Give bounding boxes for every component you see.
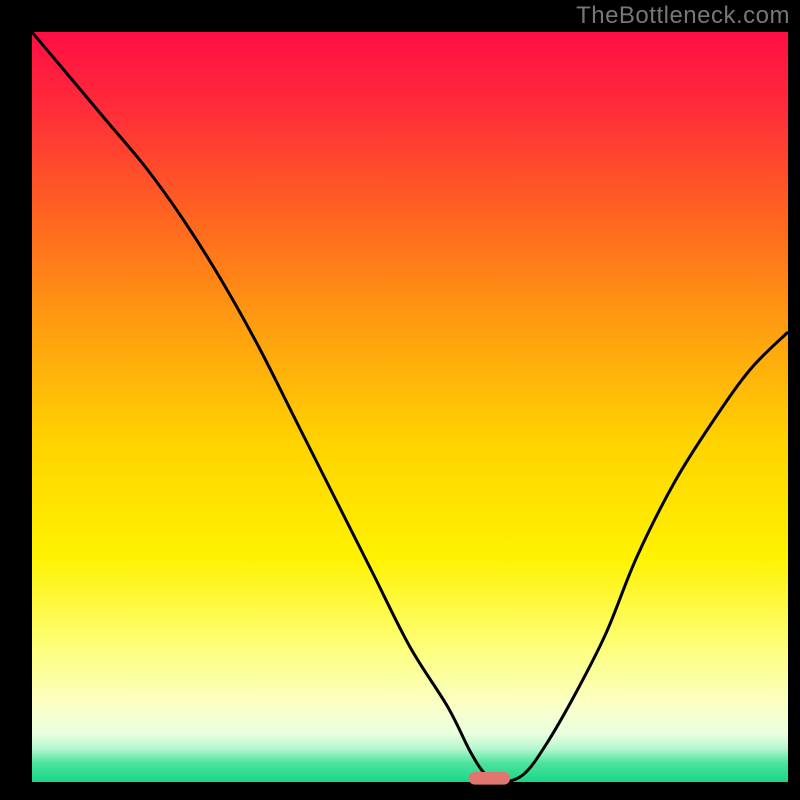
- chart-frame: TheBottleneck.com: [0, 0, 800, 800]
- watermark-text: TheBottleneck.com: [576, 2, 790, 30]
- gradient-background: [32, 32, 788, 782]
- optimal-marker: [469, 772, 511, 785]
- bottleneck-chart: [0, 0, 800, 800]
